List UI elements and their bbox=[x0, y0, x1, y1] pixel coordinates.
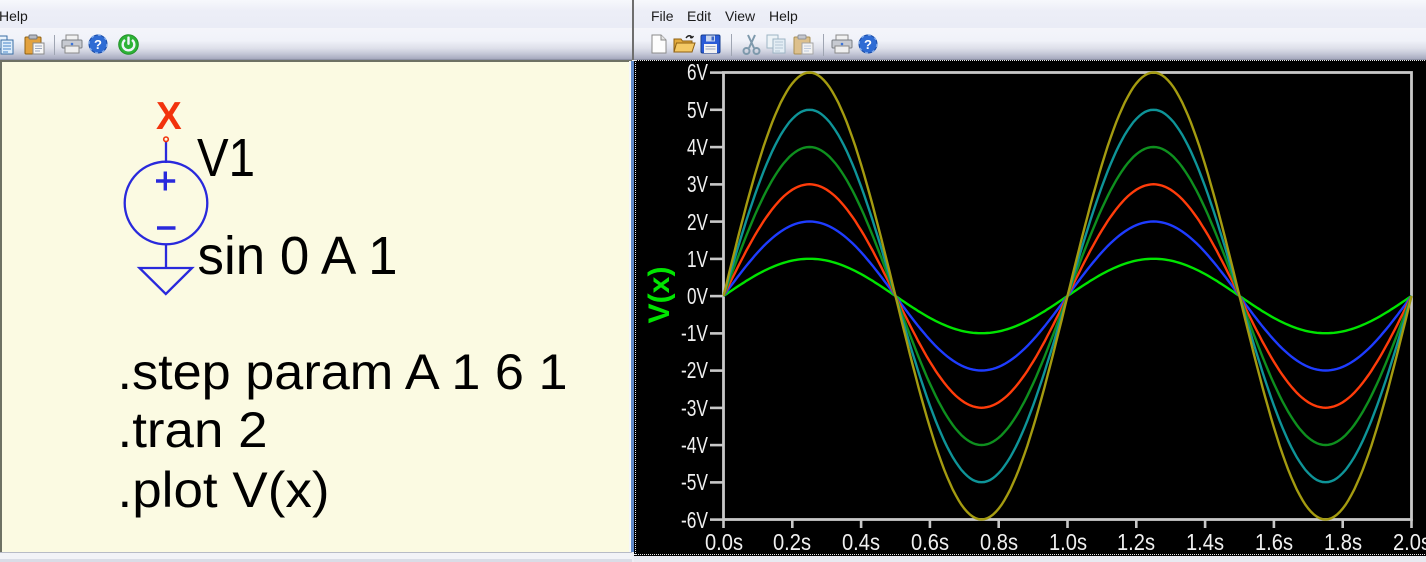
svg-text:5V: 5V bbox=[687, 97, 708, 123]
svg-text:1.0s: 1.0s bbox=[1049, 529, 1087, 555]
svg-text:0.0s: 0.0s bbox=[705, 529, 743, 555]
svg-text:X: X bbox=[156, 95, 182, 138]
svg-text:.tran 2: .tran 2 bbox=[118, 402, 268, 458]
svg-text:1.4s: 1.4s bbox=[1186, 529, 1224, 555]
svg-text:1V: 1V bbox=[687, 246, 708, 272]
svg-text:-1V: -1V bbox=[681, 320, 708, 346]
svg-text:0.4s: 0.4s bbox=[842, 529, 880, 555]
svg-text:V1: V1 bbox=[197, 128, 255, 188]
svg-text:0.2s: 0.2s bbox=[773, 529, 811, 555]
svg-text:0.8s: 0.8s bbox=[980, 529, 1018, 555]
svg-text:.step param A 1 6 1: .step param A 1 6 1 bbox=[118, 344, 568, 400]
svg-text:V(x): V(x) bbox=[643, 267, 676, 324]
svg-text:-2V: -2V bbox=[681, 357, 708, 383]
svg-text:6V: 6V bbox=[687, 60, 708, 85]
svg-text:3V: 3V bbox=[687, 171, 708, 197]
svg-text:2V: 2V bbox=[687, 209, 708, 235]
svg-text:.plot V(x): .plot V(x) bbox=[118, 462, 330, 518]
svg-text:-5V: -5V bbox=[681, 469, 708, 495]
svg-text:-3V: -3V bbox=[681, 395, 708, 421]
svg-text:1.8s: 1.8s bbox=[1324, 529, 1362, 555]
svg-text:0V: 0V bbox=[687, 283, 708, 309]
svg-text:1.6s: 1.6s bbox=[1255, 529, 1293, 555]
svg-text:sin 0 A 1: sin 0 A 1 bbox=[198, 226, 398, 286]
svg-text:-4V: -4V bbox=[681, 432, 708, 458]
svg-text:2.0s: 2.0s bbox=[1393, 529, 1426, 555]
svg-text:1.2s: 1.2s bbox=[1117, 529, 1155, 555]
svg-text:0.6s: 0.6s bbox=[911, 529, 949, 555]
svg-text:4V: 4V bbox=[687, 134, 708, 160]
svg-text:?: ? bbox=[864, 37, 872, 52]
